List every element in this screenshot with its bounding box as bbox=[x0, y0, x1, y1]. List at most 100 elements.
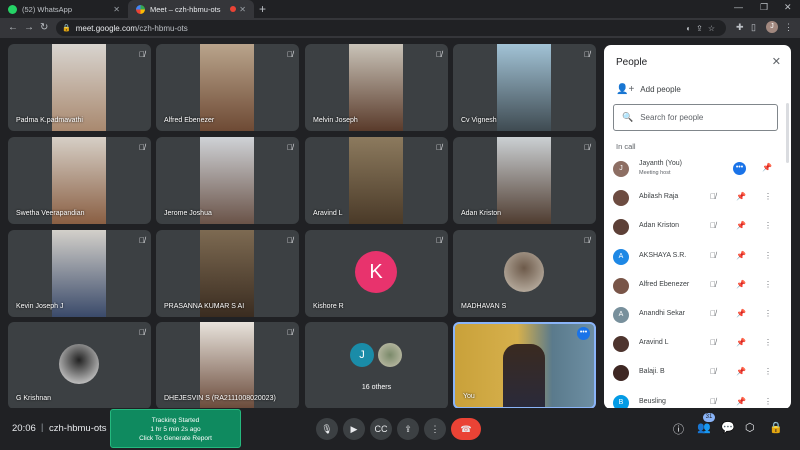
more-options-icon[interactable]: ••• bbox=[577, 327, 590, 340]
pin-icon[interactable]: 📌 bbox=[762, 163, 772, 172]
add-people-button[interactable]: 👤+ Add people bbox=[616, 84, 681, 95]
captions-button[interactable]: CC bbox=[370, 418, 392, 440]
more-options-button[interactable]: ⋮ bbox=[424, 418, 446, 440]
tracking-report-button[interactable]: Tracking Started 1 hr 5 min 2s ago Click… bbox=[110, 409, 241, 448]
list-item[interactable]: J Jayanth (You) Meeting host ••• 📌 bbox=[604, 154, 791, 183]
activities-icon[interactable]: ⬡ bbox=[745, 421, 755, 434]
list-item[interactable]: A Anandhi Sekar 🎙̸ 📌 ⋮ bbox=[604, 300, 791, 329]
people-icon[interactable]: 👥 bbox=[697, 421, 711, 434]
reload-icon[interactable]: ↻ bbox=[40, 22, 48, 33]
list-item[interactable]: Abilash Raja 🎙̸ 📌 ⋮ bbox=[604, 183, 791, 212]
pin-icon[interactable]: 📌 bbox=[736, 221, 746, 230]
leave-call-button[interactable]: ☎ bbox=[451, 418, 481, 440]
sidebar-icon[interactable]: ▯ bbox=[751, 22, 756, 33]
list-item[interactable]: A AKSHAYA S.R. 🎙̸ 📌 ⋮ bbox=[604, 242, 791, 271]
participant-tile[interactable]: 🎙̸ Melvin Joseph bbox=[305, 44, 448, 131]
mic-muted-icon: 🎙̸ bbox=[710, 221, 716, 231]
close-icon[interactable]: ✕ bbox=[772, 55, 781, 68]
info-icon[interactable]: ⓘ bbox=[673, 421, 684, 437]
new-tab-icon[interactable]: + bbox=[259, 2, 266, 16]
more-vert-icon[interactable]: ⋮ bbox=[764, 280, 772, 289]
participant-tile[interactable]: 🎙̸ K Kishore R bbox=[305, 230, 448, 317]
avatar bbox=[504, 252, 544, 292]
participant-tile[interactable]: 🎙̸ Swetha Veerapandian bbox=[8, 137, 151, 224]
pin-icon[interactable]: 📌 bbox=[736, 309, 746, 318]
participant-name: Melvin Joseph bbox=[313, 117, 358, 124]
more-options-icon[interactable]: ••• bbox=[733, 162, 746, 175]
pin-icon[interactable]: 📌 bbox=[736, 397, 746, 406]
extensions-icon[interactable]: ✚ bbox=[736, 22, 744, 33]
more-vert-icon[interactable]: ⋮ bbox=[764, 367, 772, 376]
list-item[interactable]: B Beusling 🎙̸ 📌 ⋮ bbox=[604, 388, 791, 409]
url-bar[interactable]: 🔒 meet.google.com /czh-hbmu-ots ◐⇪☆ bbox=[56, 20, 726, 36]
omnibox-actions[interactable]: ◐⇪☆ bbox=[686, 24, 720, 33]
participant-tile[interactable]: 🎙̸ Adan Kriston bbox=[453, 137, 596, 224]
back-icon[interactable]: ← bbox=[8, 22, 18, 33]
participant-tile[interactable]: 🎙̸ Kevin Joseph J bbox=[8, 230, 151, 317]
close-icon[interactable]: ✕ bbox=[239, 5, 246, 14]
participant-tile[interactable]: 🎙̸ DHEJESVIN S (RA2111008020023) bbox=[156, 322, 299, 409]
avatar bbox=[613, 336, 629, 353]
tab-whatsapp[interactable]: (52) WhatsApp ✕ bbox=[0, 0, 128, 18]
pin-icon[interactable]: 📌 bbox=[736, 251, 746, 260]
participant-tile[interactable]: 🎙̸ Alfred Ebenezer bbox=[156, 44, 299, 131]
pin-icon[interactable]: 📌 bbox=[736, 367, 746, 376]
more-vert-icon[interactable]: ⋮ bbox=[764, 338, 772, 347]
more-vert-icon[interactable]: ⋮ bbox=[764, 397, 772, 406]
host-controls-icon[interactable]: 🔒 bbox=[769, 421, 783, 434]
chat-icon[interactable]: 💬 bbox=[721, 421, 735, 434]
list-item[interactable]: Aravind L 🎙̸ 📌 ⋮ bbox=[604, 329, 791, 358]
participant-name: Abilash Raja bbox=[639, 193, 679, 201]
more-vert-icon[interactable]: ⋮ bbox=[764, 309, 772, 318]
participant-name: DHEJESVIN S (RA2111008020023) bbox=[164, 395, 276, 402]
add-people-label: Add people bbox=[640, 85, 681, 94]
mic-toggle-button[interactable]: 🎙 bbox=[316, 418, 338, 440]
search-input[interactable]: 🔍 Search for people bbox=[613, 104, 778, 131]
more-vert-icon[interactable]: ⋮ bbox=[764, 221, 772, 230]
tab-meet[interactable]: Meet – czh-hbmu-ots ✕ bbox=[128, 0, 254, 18]
participant-tile[interactable]: 🎙̸ Jerome Joshua bbox=[156, 137, 299, 224]
participant-tile[interactable]: 🎙̸ Cv Vignesh bbox=[453, 44, 596, 131]
list-item[interactable]: Balaji. B 🎙̸ 📌 ⋮ bbox=[604, 358, 791, 387]
participant-video bbox=[497, 44, 551, 131]
restore-icon[interactable]: ❐ bbox=[760, 2, 768, 13]
participant-video bbox=[349, 137, 403, 224]
mic-muted-icon: 🎙̸ bbox=[139, 236, 145, 245]
list-item[interactable]: Alfred Ebenezer 🎙̸ 📌 ⋮ bbox=[604, 271, 791, 300]
avatar bbox=[378, 343, 402, 367]
pin-icon[interactable]: 📌 bbox=[736, 280, 746, 289]
participant-tile[interactable]: 🎙̸ MADHAVAN S bbox=[453, 230, 596, 317]
others-tile[interactable]: J 16 others bbox=[305, 322, 448, 409]
participant-video bbox=[497, 137, 551, 224]
minimize-icon[interactable]: — bbox=[734, 2, 743, 12]
more-vert-icon[interactable]: ⋮ bbox=[764, 192, 772, 201]
present-button[interactable]: ⇪ bbox=[397, 418, 419, 440]
avatar bbox=[59, 344, 99, 384]
participant-tile[interactable]: 🎙̸ PRASANNA KUMAR S AI bbox=[156, 230, 299, 317]
participant-tile[interactable]: 🎙̸ Padma K.padmavathi bbox=[8, 44, 151, 131]
close-icon[interactable]: ✕ bbox=[113, 5, 120, 14]
mic-muted-icon: 🎙̸ bbox=[584, 236, 590, 245]
menu-icon[interactable]: ⋮ bbox=[784, 22, 793, 33]
camera-toggle-button[interactable]: ▶ bbox=[343, 418, 365, 440]
avatar bbox=[613, 219, 629, 236]
more-vert-icon[interactable]: ⋮ bbox=[764, 251, 772, 260]
mic-muted-icon: 🎙̸ bbox=[287, 50, 293, 59]
tab-title: Meet – czh-hbmu-ots bbox=[150, 4, 221, 14]
avatar: J bbox=[613, 161, 629, 177]
participant-tile[interactable]: 🎙̸ G Krishnan bbox=[8, 322, 151, 409]
list-item[interactable]: Adan Kriston 🎙̸ 📌 ⋮ bbox=[604, 212, 791, 241]
self-view-tile[interactable]: ••• You bbox=[453, 322, 596, 409]
forward-icon[interactable]: → bbox=[24, 22, 34, 33]
participant-name: Kishore R bbox=[313, 303, 344, 310]
pin-icon[interactable]: 📌 bbox=[736, 338, 746, 347]
mic-muted-icon: 🎙̸ bbox=[139, 143, 145, 152]
search-placeholder: Search for people bbox=[640, 113, 704, 122]
avatar: K bbox=[355, 251, 397, 293]
window-close-icon[interactable]: ✕ bbox=[784, 2, 792, 13]
video-grid: 🎙̸ Padma K.padmavathi 🎙̸ Alfred Ebenezer… bbox=[8, 44, 596, 409]
profile-avatar[interactable]: J bbox=[766, 21, 778, 33]
participant-tile[interactable]: 🎙̸ Aravind L bbox=[305, 137, 448, 224]
self-video bbox=[503, 344, 545, 407]
pin-icon[interactable]: 📌 bbox=[736, 192, 746, 201]
